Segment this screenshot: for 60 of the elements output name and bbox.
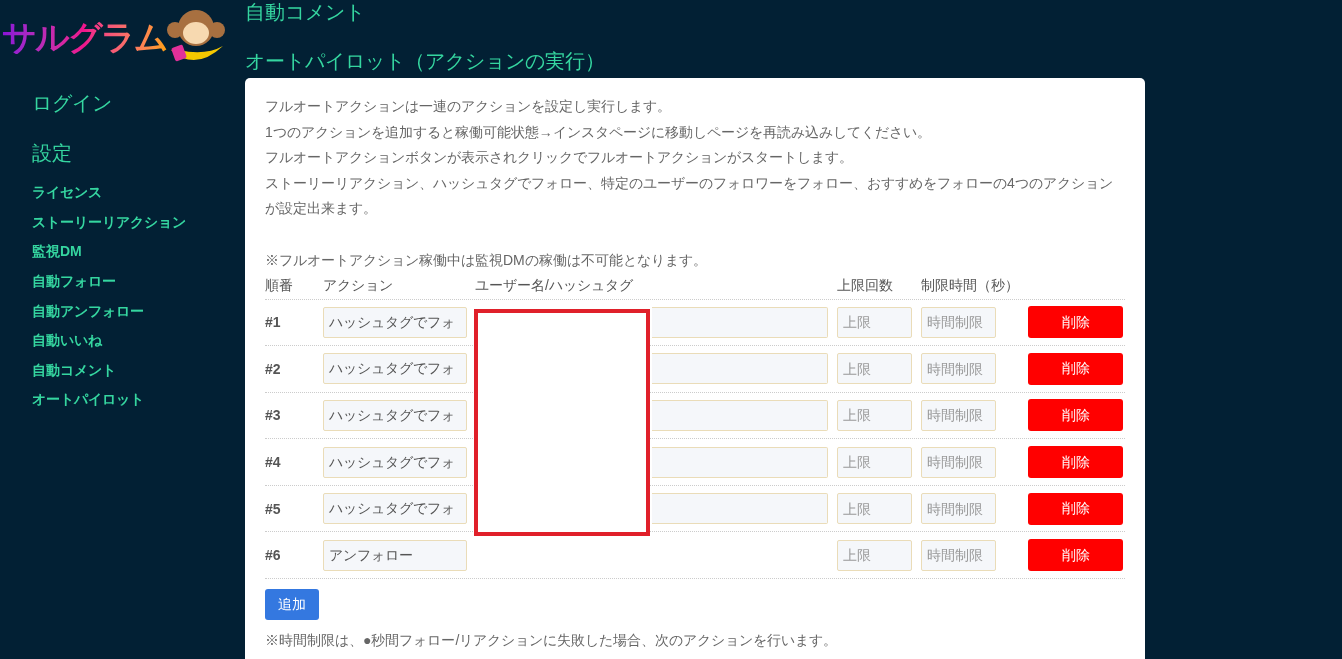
username-field[interactable] <box>652 306 828 338</box>
delete-button[interactable]: 削除 <box>1028 446 1123 479</box>
action-field[interactable]: アンフォロー <box>323 539 467 571</box>
row-number: #4 <box>265 454 281 471</box>
row-number: #1 <box>265 314 281 331</box>
time-limit-field[interactable]: 時間制限 <box>921 446 996 478</box>
section-heading: オートパイロット（アクションの実行） <box>245 48 605 74</box>
limit-field[interactable]: 上限 <box>837 446 912 478</box>
username-field[interactable] <box>652 353 828 385</box>
limit-field[interactable]: 上限 <box>837 400 912 431</box>
action-field[interactable]: ハッシュタグでフォ <box>323 400 467 431</box>
username-field[interactable] <box>652 446 828 478</box>
delete-button[interactable]: 削除 <box>1028 492 1123 525</box>
limit-field[interactable]: 上限 <box>837 493 912 525</box>
intro-text: 1つのアクションを追加すると稼働可能状態→インスタページに移動しページを再読み込みしてください。 <box>265 122 932 142</box>
logo-text: サルグラム <box>2 20 167 54</box>
action-field[interactable]: ハッシュタグでフォ <box>323 446 467 478</box>
row-number: #2 <box>265 360 281 377</box>
limit-field[interactable]: 上限 <box>837 353 912 385</box>
delete-button[interactable]: 削除 <box>1028 306 1123 339</box>
row-number: #5 <box>265 500 281 517</box>
delete-button[interactable]: 削除 <box>1028 352 1123 385</box>
limit-field[interactable]: 上限 <box>837 306 912 338</box>
note-text: ※フルオートアクション稼働中は監視DMの稼働は不可能となります。 <box>265 250 708 270</box>
limit-field[interactable]: 上限 <box>837 539 912 571</box>
username-field[interactable] <box>652 493 828 525</box>
action-field[interactable]: ハッシュタグでフォ <box>323 306 467 338</box>
time-limit-field[interactable]: 時間制限 <box>921 539 996 571</box>
action-field[interactable]: ハッシュタグでフォ <box>323 353 467 385</box>
intro-text: フルオートアクションボタンが表示されクリックでフルオートアクションがスタートします。 <box>265 148 854 167</box>
sidebar-link[interactable]: 自動アンフォロー <box>32 300 144 322</box>
column-header: アクション <box>323 276 393 293</box>
sidebar-link[interactable]: 監視DM <box>32 241 82 263</box>
delete-button[interactable]: 削除 <box>1028 399 1123 432</box>
sidebar-link[interactable]: ライセンス <box>32 182 102 204</box>
intro-text: フルオートアクションは一連のアクションを設定し実行します。 <box>265 97 672 116</box>
column-header: ユーザー名/ハッシュタグ <box>475 276 633 293</box>
sidebar-link[interactable]: ストーリーリアクション <box>32 211 186 233</box>
time-limit-field[interactable]: 時間制限 <box>921 353 996 385</box>
column-header: 上限回数 <box>837 276 893 293</box>
delete-button[interactable]: 削除 <box>1028 539 1123 572</box>
footnote-text: ※時間制限は、●秒間フォロー/リアクションに失敗した場合、次のアクションを行います。 <box>265 631 839 651</box>
row-number: #3 <box>265 407 281 424</box>
intro-text: ストーリーリアクション、ハッシュタグでフォロー、特定のユーザーのフォロワーをフォロー、おすすめをフォローの4つのアクションが設定出来ます。 <box>265 173 1114 218</box>
column-header: 制限時間（秒） <box>921 276 1019 293</box>
time-limit-field[interactable]: 時間制限 <box>921 306 996 338</box>
username-field[interactable] <box>652 400 828 431</box>
sidebar-link[interactable]: 設定 <box>32 138 72 168</box>
row-number: #6 <box>265 547 281 564</box>
section-heading: 自動コメント <box>245 0 365 25</box>
sidebar-link[interactable]: ログイン <box>32 88 112 118</box>
column-header: 順番 <box>265 276 293 293</box>
add-button[interactable]: 追加 <box>265 589 319 621</box>
sidebar-link[interactable]: 自動コメント <box>32 359 116 381</box>
time-limit-field[interactable]: 時間制限 <box>921 493 996 525</box>
sidebar-link[interactable]: 自動フォロー <box>32 271 116 293</box>
sidebar-link[interactable]: 自動いいね <box>32 330 102 352</box>
time-limit-field[interactable]: 時間制限 <box>921 400 996 431</box>
action-field[interactable]: ハッシュタグでフォ <box>323 493 467 525</box>
sidebar-link[interactable]: オートパイロット <box>32 389 144 411</box>
